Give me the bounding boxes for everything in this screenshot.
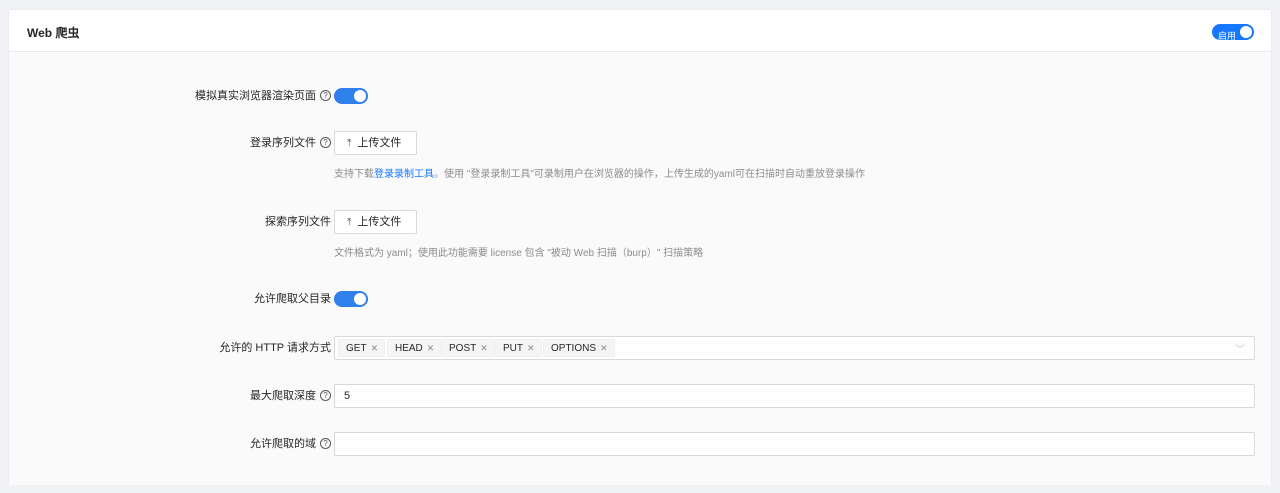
simulate-browser-switch[interactable]: [334, 88, 368, 104]
enable-switch[interactable]: 启用: [1212, 24, 1254, 41]
allowed-domains-label: 允许爬取的域?: [250, 434, 331, 454]
explore-sequence-label: 探索序列文件: [265, 216, 331, 228]
allowed-domains-input[interactable]: [334, 432, 1255, 456]
http-methods-label: 允许的 HTTP 请求方式: [219, 342, 331, 354]
method-tag: PUT ✕: [495, 339, 542, 357]
close-icon[interactable]: ✕: [480, 343, 488, 353]
method-tag-label: POST: [449, 343, 477, 354]
http-methods-select[interactable]: GET ✕ HEAD ✕ POST ✕ PUT ✕ OPTIONS ✕ ﹀: [334, 336, 1255, 360]
close-icon[interactable]: ✕: [600, 343, 608, 353]
method-tag-label: OPTIONS: [551, 343, 597, 354]
upload-icon: ⤒: [347, 138, 352, 149]
login-recorder-download-link[interactable]: 登录录制工具: [374, 169, 434, 180]
method-tag: GET ✕: [338, 339, 386, 357]
simulate-browser-label-text: 模拟真实浏览器渲染页面: [195, 90, 316, 102]
question-circle-icon[interactable]: ?: [320, 136, 331, 148]
login-sequence-label-text: 登录序列文件: [250, 137, 316, 149]
simulate-browser-label: 模拟真实浏览器渲染页面?: [195, 86, 331, 106]
question-circle-icon[interactable]: ?: [320, 437, 331, 449]
question-circle-icon[interactable]: ?: [320, 89, 331, 101]
allow-parent-dir-label: 允许爬取父目录: [254, 293, 331, 305]
login-upload-label: 上传文件: [357, 137, 402, 149]
method-tag: HEAD ✕: [387, 339, 442, 357]
allowed-domains-label-text: 允许爬取的域: [250, 438, 316, 450]
login-upload-button[interactable]: ⤒ 上传文件: [334, 131, 417, 155]
method-tag-label: GET: [346, 343, 367, 354]
max-depth-input[interactable]: 5: [334, 384, 1255, 408]
login-sequence-label: 登录序列文件?: [250, 133, 331, 153]
allow-parent-dir-switch[interactable]: [334, 291, 368, 307]
enable-switch-knob: [1240, 26, 1252, 38]
explore-upload-button[interactable]: ⤒ 上传文件: [334, 210, 417, 234]
upload-icon: ⤒: [347, 217, 352, 228]
close-icon[interactable]: ✕: [427, 343, 435, 353]
card-body: 模拟真实浏览器渲染页面? 登录序列文件? ⤒ 上传文件 支持下载登录录制工具。使用…: [9, 53, 1271, 485]
explore-sequence-hint: 文件格式为 yaml；使用此功能需要 license 包含 "被动 Web 扫描…: [334, 248, 704, 259]
web-crawler-card: Web 爬虫 启用 模拟真实浏览器渲染页面? 登录序列文件? ⤒上传文件 支持: [8, 9, 1272, 485]
close-icon[interactable]: ✕: [371, 343, 379, 353]
max-depth-label-text: 最大爬取深度: [250, 390, 316, 402]
chevron-down-icon[interactable]: ﹀: [1235, 341, 1245, 356]
switch-knob: [354, 293, 366, 305]
card-title: Web 爬虫: [27, 26, 80, 40]
card-header: Web 爬虫 启用: [9, 10, 1271, 52]
method-tag: OPTIONS ✕: [543, 339, 615, 357]
method-tag-label: PUT: [503, 343, 523, 354]
method-tag: POST ✕: [441, 339, 495, 357]
method-tag-label: HEAD: [395, 343, 423, 354]
explore-upload-label: 上传文件: [357, 216, 402, 228]
max-depth-label: 最大爬取深度?: [250, 386, 331, 406]
switch-knob: [354, 90, 366, 102]
question-circle-icon[interactable]: ?: [320, 389, 331, 401]
login-sequence-hint: 支持下载登录录制工具。使用 "登录录制工具"可录制用户在浏览器的操作，上传生成的…: [334, 165, 865, 180]
login-hint-prefix: 支持下载: [334, 169, 374, 180]
close-icon[interactable]: ✕: [527, 343, 535, 353]
login-hint-suffix: 。使用 "登录录制工具"可录制用户在浏览器的操作，上传生成的yaml可在扫描时自…: [434, 169, 865, 180]
